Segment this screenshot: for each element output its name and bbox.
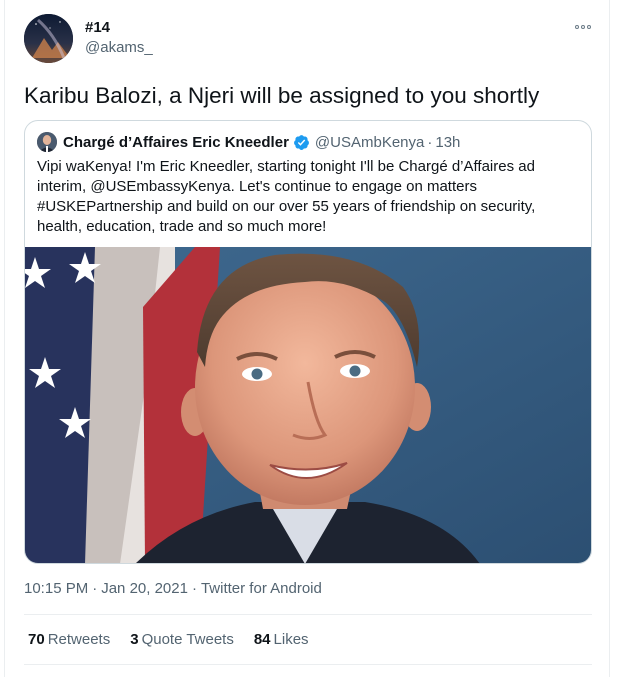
verified-badge-icon: [293, 134, 309, 150]
quoted-author-name: Chargé d’Affaires Eric Kneedler: [63, 133, 289, 151]
tweet-text: Karibu Balozi, a Njeri will be assigned …: [24, 83, 540, 108]
tweet-date[interactable]: Jan 20, 2021: [101, 580, 188, 597]
author-name[interactable]: #14: [85, 19, 110, 36]
retweets-count: 70: [28, 631, 45, 648]
likes-count: 84: [253, 631, 271, 648]
retweets-stat[interactable]: 70 Retweets: [28, 631, 110, 648]
quote-tweets-stat[interactable]: 3 Quote Tweets: [130, 631, 234, 648]
more-options-icon[interactable]: [572, 20, 594, 34]
retweets-label: Retweets: [47, 631, 111, 648]
author-avatar[interactable]: [24, 14, 73, 63]
meta-separator: ·: [92, 580, 98, 597]
author-handle[interactable]: @akams_: [85, 39, 153, 56]
meta-separator: ·: [191, 580, 197, 597]
quote-tweets-count: 3: [130, 631, 139, 648]
quoted-separator: ·: [427, 133, 433, 151]
divider: [24, 664, 592, 665]
tweet-time[interactable]: 10:15 PM: [24, 580, 88, 597]
quoted-tweet-photo[interactable]: [25, 247, 591, 564]
tweet-metadata: 10:15 PM · Jan 20, 2021 · Twitter for Androi…: [24, 580, 322, 597]
quoted-tweet-text: Vipi waKenya! I'm Eric Kneedler, startin…: [37, 158, 536, 235]
quote-tweets-label: Quote Tweets: [141, 631, 234, 648]
quoted-author-avatar: [37, 132, 57, 152]
tweet-source[interactable]: Twitter for Android: [201, 580, 322, 597]
tweet-header: #14 @akams_: [24, 14, 594, 66]
engagement-stats: 70 Retweets 3 Quote Tweets 84 Likes: [28, 631, 309, 648]
quoted-tweet-header: Chargé d’Affaires Eric Kneedler @USAmbKe…: [37, 131, 460, 153]
quoted-timestamp[interactable]: 13h: [435, 134, 460, 151]
quoted-author-handle: @USAmbKenya: [314, 133, 425, 151]
likes-stat[interactable]: 84 Likes: [254, 631, 309, 648]
likes-label: Likes: [273, 631, 309, 648]
quoted-tweet[interactable]: Chargé d’Affaires Eric Kneedler @USAmbKe…: [24, 120, 592, 564]
divider: [24, 614, 592, 615]
